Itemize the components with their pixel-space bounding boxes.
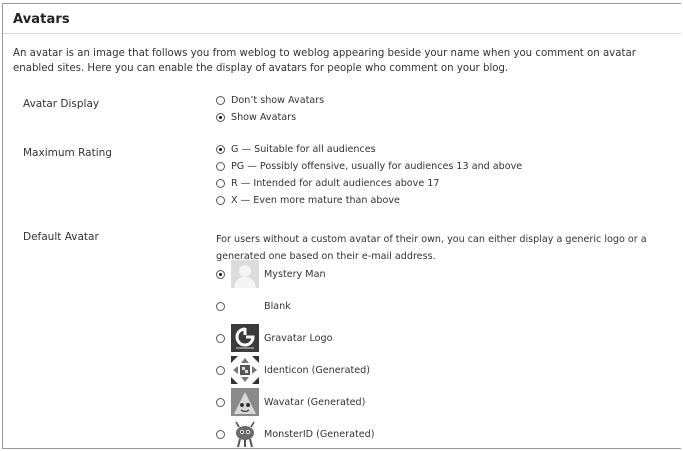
option-label: Blank (264, 300, 291, 312)
option-rating-pg[interactable]: PG — Possibly offensive, usually for aud… (216, 161, 522, 172)
section-intro: An avatar is an image that follows you f… (13, 46, 681, 76)
radio-wavatar[interactable] (216, 397, 225, 407)
option-gravatar-logo[interactable]: Gravatar Logo (216, 323, 332, 353)
radio-dont-show-avatars[interactable] (216, 96, 225, 105)
option-label: R — Intended for adult audiences above 1… (231, 178, 440, 189)
option-label: Gravatar Logo (264, 332, 333, 344)
intro-line-1: An avatar is an image that follows you f… (13, 48, 636, 59)
option-rating-x[interactable]: X — Even more mature than above (216, 195, 400, 206)
blank-icon (231, 292, 259, 320)
option-label: Show Avatars (231, 112, 297, 123)
identicon-icon (231, 356, 259, 384)
option-label: Identicon (Generated) (264, 364, 370, 376)
radio-gravatar-logo[interactable] (216, 333, 225, 343)
radio-show-avatars[interactable] (216, 113, 225, 122)
wavatar-icon (231, 388, 259, 416)
description-line-1: For users without a custom avatar of the… (216, 234, 647, 245)
gravatar-logo-icon (231, 324, 259, 352)
section-title: Avatars (13, 12, 70, 27)
avatars-panel: Avatars An avatar is an image that follo… (2, 3, 681, 449)
option-label: Mystery Man (264, 268, 326, 280)
avatar-display-label: Avatar Display (23, 98, 100, 110)
radio-identicon[interactable] (216, 365, 225, 375)
option-label: Don’t show Avatars (231, 95, 325, 106)
radio-rating-pg[interactable] (216, 162, 225, 171)
option-label: G — Suitable for all audiences (231, 144, 376, 155)
option-show-avatars[interactable]: Show Avatars (216, 112, 296, 123)
option-label: Wavatar (Generated) (264, 396, 366, 408)
title-divider (3, 33, 681, 34)
option-monsterid[interactable]: MonsterID (Generated) (216, 419, 375, 448)
radio-monsterid[interactable] (216, 429, 225, 439)
radio-rating-r[interactable] (216, 179, 225, 188)
intro-line-2: enabled sites. Here you can enable the d… (13, 63, 509, 74)
maximum-rating-label: Maximum Rating (23, 147, 112, 159)
option-rating-r[interactable]: R — Intended for adult audiences above 1… (216, 178, 440, 189)
radio-mystery-man[interactable] (216, 269, 225, 279)
radio-rating-x[interactable] (216, 196, 225, 205)
option-identicon[interactable]: Identicon (Generated) (216, 355, 370, 385)
radio-rating-g[interactable] (216, 145, 225, 154)
option-blank[interactable]: Blank (216, 291, 291, 321)
option-mystery-man[interactable]: Mystery Man (216, 259, 326, 289)
monsterid-icon (231, 420, 259, 448)
option-wavatar[interactable]: Wavatar (Generated) (216, 387, 365, 417)
option-label: PG — Possibly offensive, usually for aud… (231, 161, 523, 172)
default-avatar-label: Default Avatar (23, 231, 99, 243)
option-rating-g[interactable]: G — Suitable for all audiences (216, 144, 376, 155)
option-dont-show-avatars[interactable]: Don’t show Avatars (216, 95, 324, 106)
mystery-man-icon (231, 260, 259, 288)
option-label: MonsterID (Generated) (264, 428, 375, 440)
radio-blank[interactable] (216, 301, 225, 311)
option-label: X — Even more mature than above (231, 195, 400, 206)
